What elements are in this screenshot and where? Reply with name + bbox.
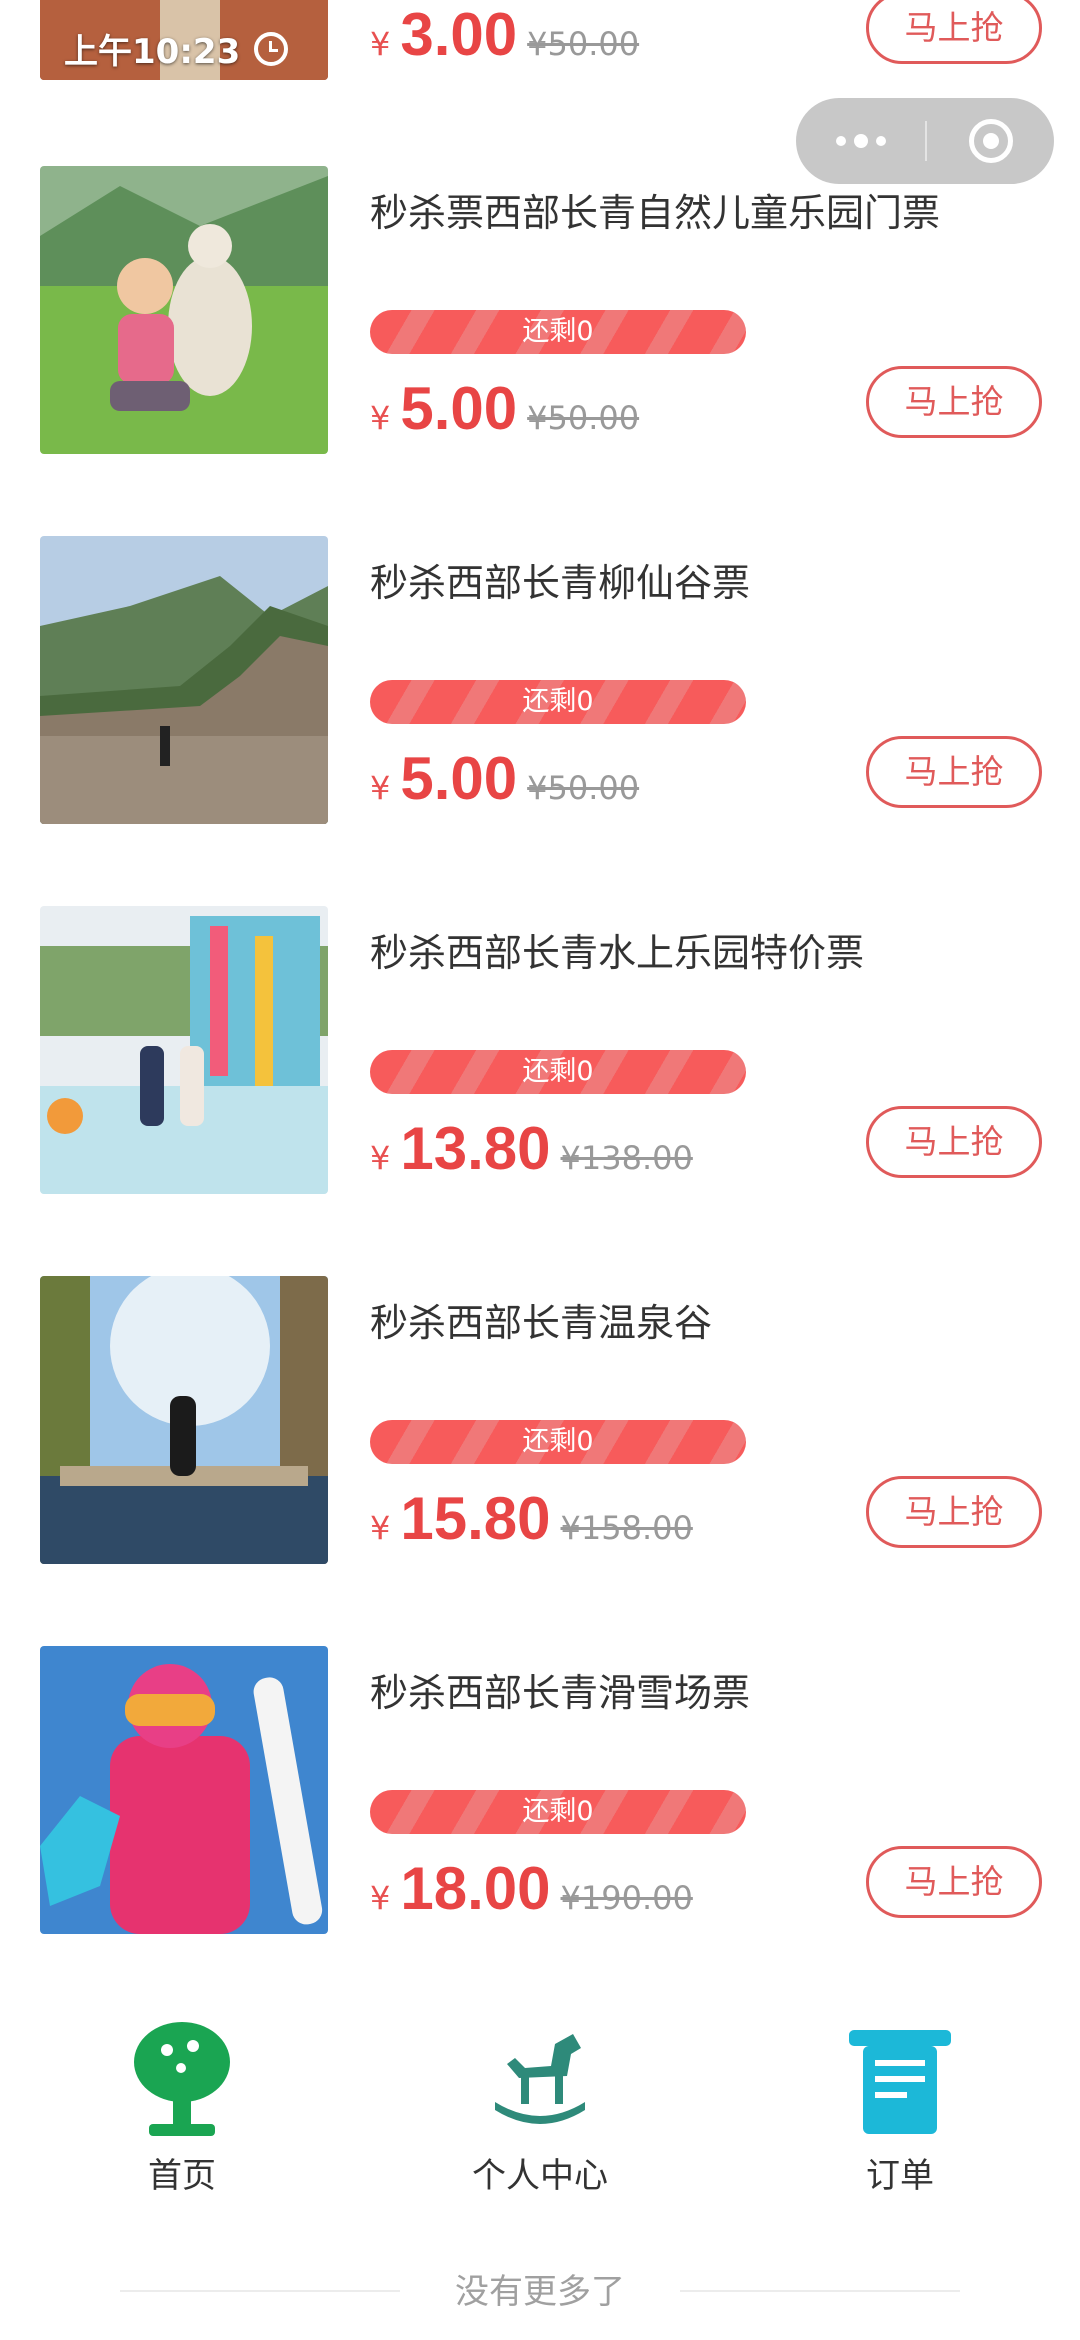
buy-now-button[interactable]: 马上抢	[866, 1846, 1042, 1918]
currency-symbol: ¥	[370, 25, 391, 63]
price-group: ¥ 5.00 ¥50.00	[370, 744, 639, 813]
item-thumbnail	[40, 536, 328, 824]
price-group: ¥ 15.80 ¥158.00	[370, 1484, 693, 1553]
buy-now-button[interactable]: 马上抢	[866, 0, 1042, 64]
time-text: 上午10:23	[64, 32, 241, 72]
divider-right	[680, 2290, 960, 2292]
no-more-text: 没有更多了	[455, 2272, 625, 2312]
tree-icon	[134, 2022, 230, 2136]
original-price: ¥50.00	[527, 399, 640, 437]
item-title: 秒杀票西部长青自然儿童乐园门票	[370, 191, 941, 235]
item-title: 秒杀西部长青柳仙谷票	[370, 561, 751, 605]
currency-symbol: ¥	[370, 1509, 391, 1547]
divider-left	[120, 2290, 400, 2292]
buy-now-button[interactable]: 马上抢	[866, 736, 1042, 808]
item-thumbnail	[40, 166, 328, 454]
sale-price: 18.00	[400, 1855, 551, 1922]
rocking-horse-icon	[495, 2034, 585, 2124]
stock-remaining-badge: 还剩0	[370, 1050, 746, 1094]
sale-price: 13.80	[400, 1115, 551, 1182]
currency-symbol: ¥	[370, 769, 391, 807]
tab-label: 订单	[866, 2156, 934, 2196]
item-thumbnail	[40, 1646, 328, 1934]
currency-symbol: ¥	[370, 399, 391, 437]
buy-now-button[interactable]: 马上抢	[866, 1476, 1042, 1548]
original-price: ¥50.00	[527, 769, 640, 807]
sale-price: 15.80	[400, 1485, 551, 1552]
list-item[interactable]: 秒杀西部长青滑雪场票 还剩0 ¥ 18.00 ¥190.00 马上抢	[0, 1646, 1080, 1936]
item-title: 秒杀西部长青温泉谷	[370, 1301, 713, 1345]
alarm-clock-icon	[254, 31, 289, 66]
currency-symbol: ¥	[370, 1139, 391, 1177]
end-of-list: 没有更多了	[0, 2264, 1080, 2313]
item-thumbnail	[40, 1276, 328, 1564]
original-price: ¥138.00	[560, 1139, 693, 1177]
list-item[interactable]: 秒杀票西部长青自然儿童乐园门票 还剩0 ¥ 5.00 ¥50.00 马上抢	[0, 166, 1080, 456]
stock-remaining-badge: 还剩0	[370, 1420, 746, 1464]
item-thumbnail	[40, 906, 328, 1194]
tab-home[interactable]: 首页	[62, 2020, 302, 2197]
stock-remaining-badge: 还剩0	[370, 680, 746, 724]
buy-now-button[interactable]: 马上抢	[866, 366, 1042, 438]
original-price: ¥50.00	[527, 25, 640, 63]
tab-profile[interactable]: 个人中心	[420, 2020, 660, 2197]
price-group: ¥ 3.00 ¥50.00	[370, 0, 639, 69]
status-time: 上午10:23	[64, 24, 289, 73]
stock-remaining-badge: 还剩0	[370, 1790, 746, 1834]
sale-price: 5.00	[400, 375, 518, 442]
buy-now-button[interactable]: 马上抢	[866, 1106, 1042, 1178]
price-group: ¥ 5.00 ¥50.00	[370, 374, 639, 443]
original-price: ¥158.00	[560, 1509, 693, 1547]
price-group: ¥ 18.00 ¥190.00	[370, 1854, 693, 1923]
order-icon	[849, 2030, 951, 2134]
sale-price: 3.00	[400, 1, 518, 68]
currency-symbol: ¥	[370, 1879, 391, 1917]
tab-label: 首页	[148, 2156, 216, 2196]
tab-label: 个人中心	[472, 2156, 608, 2196]
item-title: 秒杀西部长青滑雪场票	[370, 1671, 751, 1715]
sale-price: 5.00	[400, 745, 518, 812]
target-icon	[968, 119, 1013, 163]
list-item[interactable]: 秒杀西部长青温泉谷 还剩0 ¥ 15.80 ¥158.00 马上抢	[0, 1276, 1080, 1566]
stock-remaining-badge: 还剩0	[370, 310, 746, 354]
close-miniprogram-button[interactable]	[927, 119, 1054, 163]
tab-orders[interactable]: 订单	[780, 2020, 1020, 2197]
price-group: ¥ 13.80 ¥138.00	[370, 1114, 693, 1183]
item-title: 秒杀西部长青水上乐园特价票	[370, 931, 865, 975]
list-item[interactable]: 秒杀西部长青柳仙谷票 还剩0 ¥ 5.00 ¥50.00 马上抢	[0, 536, 1080, 826]
list-item[interactable]: 秒杀西部长青水上乐园特价票 还剩0 ¥ 13.80 ¥138.00 马上抢	[0, 906, 1080, 1196]
tab-bar: 首页 个人中心 订单	[0, 2020, 1080, 2230]
original-price: ¥190.00	[560, 1879, 693, 1917]
